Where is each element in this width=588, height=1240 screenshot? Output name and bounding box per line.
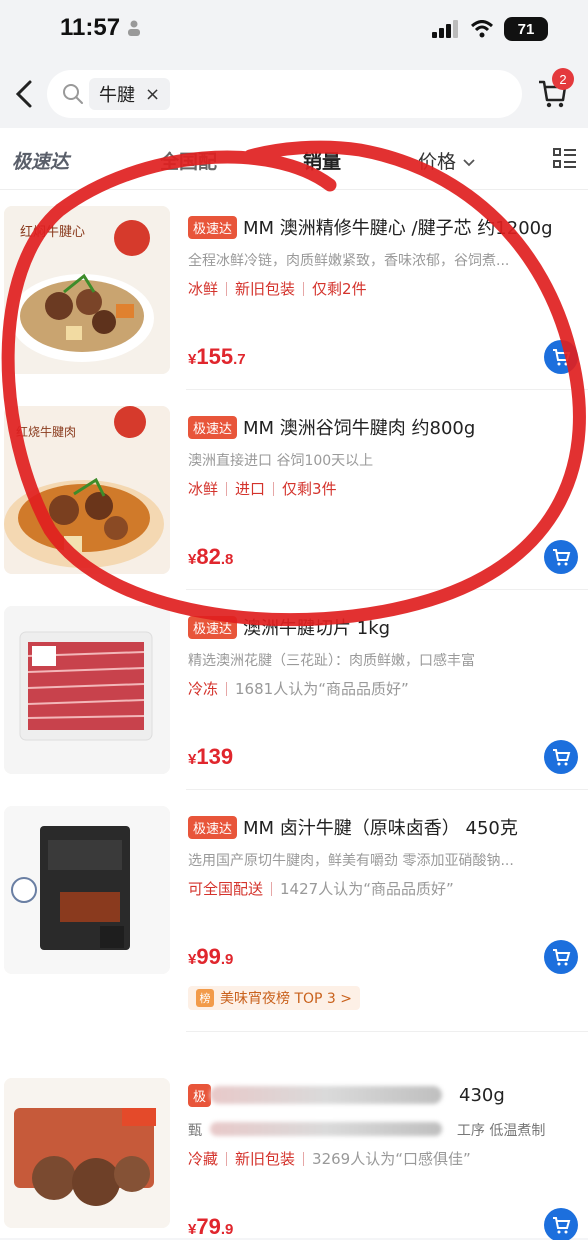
- product-title: 澳洲牛腱切片 1kg: [243, 618, 391, 639]
- fast-delivery-badge: 极速达: [188, 815, 238, 839]
- search-query-tag[interactable]: 牛腱 ×: [89, 78, 171, 110]
- product-desc: 精选澳洲花腱（三花趾）：肉质鲜嫩，口感丰富: [188, 653, 475, 669]
- product-title: 430g: [459, 1085, 505, 1106]
- product-image: 红焖牛腱心: [4, 206, 170, 374]
- fast-delivery-badge: 极速达: [188, 215, 238, 239]
- product-price: ¥139: [188, 744, 234, 769]
- tag-review: 1427人认为“商品品质好”: [280, 880, 454, 898]
- product-price: ¥155.7: [188, 344, 246, 369]
- search-query-text: 牛腱: [99, 85, 135, 106]
- product-price: ¥99.9: [188, 944, 234, 969]
- product-tags: 可全国配送 1427人认为“商品品质好”: [188, 878, 454, 899]
- product-desc: 全程冰鲜冷链，肉质鲜嫩紧致，香味浓郁，谷饲煮...: [188, 253, 510, 269]
- fast-delivery-badge: 极: [188, 1084, 212, 1107]
- tag-delivery: 可全国配送: [188, 880, 264, 898]
- product-image: [4, 606, 170, 774]
- redacted-title: [210, 1086, 442, 1104]
- add-to-cart-button[interactable]: [544, 340, 578, 374]
- product-image: [4, 1078, 170, 1228]
- wifi-icon: [470, 20, 494, 38]
- product-tags: 冷冻 1681人认为“商品品质好”: [188, 678, 409, 699]
- tag-review: 3269人认为“口感俱佳”: [312, 1150, 471, 1168]
- chevron-down-icon: [463, 159, 475, 167]
- cart-plus-icon: [553, 749, 571, 766]
- tag-stock: 仅剩2件: [312, 280, 367, 298]
- back-arrow-icon[interactable]: [10, 76, 40, 112]
- list-layout-icon[interactable]: [552, 146, 578, 172]
- add-to-cart-button[interactable]: [544, 540, 578, 574]
- battery-indicator: 71: [504, 17, 548, 41]
- tag-storage: 冰鲜: [188, 480, 219, 498]
- product-desc: 选用国产原切牛腱肉，鲜美有嚼劲 零添加亚硝酸钠...: [188, 853, 514, 869]
- ranking-label: 美味宵夜榜 TOP 3 >: [220, 991, 353, 1007]
- person-icon: [128, 20, 140, 36]
- cart-plus-icon: [553, 549, 571, 566]
- fast-delivery-badge: 极速达: [188, 615, 238, 639]
- sort-sales[interactable]: 销量: [303, 147, 341, 174]
- add-to-cart-button[interactable]: [544, 740, 578, 774]
- signal-icon: [432, 20, 458, 38]
- sort-price-label: 价格: [418, 151, 457, 173]
- ranking-chip[interactable]: 榜 美味宵夜榜 TOP 3 >: [188, 986, 361, 1010]
- cart-plus-icon: [553, 1217, 571, 1234]
- tag-review: 1681人认为“商品品质好”: [235, 680, 409, 698]
- product-title: MM 卤汁牛腱（原味卤香） 450克: [243, 818, 518, 839]
- product-card[interactable]: 红焖牛腱心 极速达 MM 澳洲精修牛腱心 /腱子芯 约1200g 全程冰鲜冷链，…: [0, 190, 588, 390]
- redacted-desc: [210, 1122, 442, 1136]
- tag-storage: 冷冻: [188, 680, 219, 698]
- product-card[interactable]: 极 430g 甄 工序 低温煮制 冷藏 新旧包装 3269人认为“口感俱佳” ¥…: [0, 1032, 588, 1240]
- cart-plus-icon: [553, 349, 571, 366]
- cart-badge: 2: [552, 68, 574, 90]
- search-input[interactable]: 牛腱 ×: [47, 70, 522, 118]
- product-card[interactable]: 极速达 MM 卤汁牛腱（原味卤香） 450克 选用国产原切牛腱肉，鲜美有嚼劲 零…: [0, 790, 588, 1032]
- cart-plus-icon: [553, 949, 571, 966]
- sort-price[interactable]: 价格: [418, 147, 476, 174]
- thumb-caption: 红焖牛腱心: [20, 224, 85, 240]
- filter-national[interactable]: 全国配: [160, 147, 217, 174]
- status-time: 11:57: [60, 14, 121, 41]
- sort-bar: 极速达 全国配 销量 价格: [0, 128, 588, 190]
- product-desc: 澳洲直接进口 谷饲100天以上: [188, 453, 374, 469]
- tag-storage: 冷藏: [188, 1150, 219, 1168]
- fast-delivery-badge: 极速达: [188, 415, 238, 439]
- filter-fast-delivery[interactable]: 极速达: [12, 147, 69, 174]
- product-title: MM 澳洲精修牛腱心 /腱子芯 约1200g: [243, 218, 553, 239]
- product-title: MM 澳洲谷饲牛腱肉 约800g: [243, 418, 476, 439]
- product-list: 红焖牛腱心 极速达 MM 澳洲精修牛腱心 /腱子芯 约1200g 全程冰鲜冷链，…: [0, 190, 588, 1240]
- tag-stock: 仅剩3件: [282, 480, 337, 498]
- product-tags: 冰鲜 新旧包装 仅剩2件: [188, 278, 367, 299]
- search-icon: [63, 84, 83, 104]
- ranking-icon: 榜: [196, 989, 214, 1007]
- product-tags: 冰鲜 进口 仅剩3件: [188, 478, 337, 499]
- product-image: [4, 806, 170, 974]
- status-bar: 11:57 71: [0, 0, 588, 62]
- clear-query-icon[interactable]: ×: [145, 84, 160, 105]
- tag-origin: 进口: [235, 480, 266, 498]
- search-header: 牛腱 × 2: [0, 62, 588, 128]
- product-tags: 冷藏 新旧包装 3269人认为“口感俱佳”: [188, 1148, 471, 1169]
- product-card[interactable]: 红烧牛腱肉 极速达 MM 澳洲谷饲牛腱肉 约800g 澳洲直接进口 谷饲100天…: [0, 390, 588, 590]
- product-image: 红烧牛腱肉: [4, 406, 170, 574]
- add-to-cart-button[interactable]: [544, 940, 578, 974]
- product-card[interactable]: 极速达 澳洲牛腱切片 1kg 精选澳洲花腱（三花趾）：肉质鲜嫩，口感丰富 冷冻 …: [0, 590, 588, 790]
- product-price: ¥82.8: [188, 544, 234, 569]
- tag-packaging: 新旧包装: [235, 1150, 296, 1168]
- add-to-cart-button[interactable]: [544, 1208, 578, 1240]
- tag-storage: 冰鲜: [188, 280, 219, 298]
- thumb-caption: 红烧牛腱肉: [16, 424, 76, 439]
- product-price: ¥79.9: [188, 1214, 234, 1239]
- tag-packaging: 新旧包装: [235, 280, 296, 298]
